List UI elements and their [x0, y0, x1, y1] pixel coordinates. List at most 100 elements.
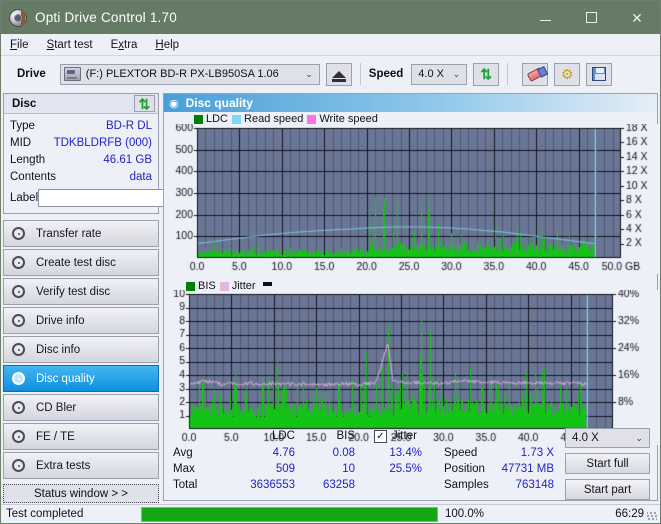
jitter-avg-value: 13.4% [389, 447, 422, 459]
jitter-marker-icon [262, 281, 272, 286]
chevron-down-icon: ⌄ [452, 68, 461, 79]
menu-extra-rest: tra [124, 38, 138, 51]
chevron-down-icon: ⌄ [305, 68, 313, 79]
menu-item-start-test[interactable]: Start test [47, 39, 93, 51]
resize-grip[interactable] [647, 511, 657, 521]
toolbar-divider-1 [359, 63, 361, 85]
drive-icon [63, 67, 81, 81]
refresh-icon: ⇅ [480, 66, 493, 82]
sidebar-item-drive-info[interactable]: Drive info [3, 307, 159, 334]
status-text: Test completed [6, 508, 84, 520]
start-part-button[interactable]: Start part [565, 479, 650, 500]
erase-button[interactable] [522, 62, 549, 86]
disc-row-value: TDKBLDRFB (000) [53, 136, 152, 149]
samples-stat-value: 763148 [515, 479, 554, 491]
menu-item-file[interactable]: File [10, 39, 29, 51]
toolbar-divider-2 [507, 63, 509, 85]
maximize-button[interactable] [568, 1, 614, 34]
chart1-legend: LDC Read speed Write speed [194, 113, 378, 125]
disc-refresh-button[interactable]: ⇅ [134, 95, 155, 112]
disc-row-key: Contents [10, 170, 57, 183]
sidebar-item-extra-tests[interactable]: Extra tests [3, 452, 159, 479]
disc-row-value: data [129, 170, 152, 183]
sidebar-item-disc-info[interactable]: Disc info [3, 336, 159, 363]
disc-row-length: Length 46.61 GB [10, 151, 152, 168]
sidebar-item-cd-bler[interactable]: CD Bler [3, 394, 159, 421]
menu-bar: File Start test Extra Help [1, 34, 660, 56]
sidebar-item-fe-te[interactable]: FE / TE [3, 423, 159, 450]
menu-file-rest: ile [17, 38, 29, 51]
disc-row-key: Type [10, 119, 35, 132]
refresh-button[interactable]: ⇅ [473, 62, 500, 86]
stats-max-bis: 10 [342, 463, 355, 475]
disc-row-value: BD-R DL [105, 119, 152, 132]
sidebar-item-label: Disc info [36, 343, 81, 356]
legend-label: LDC [206, 113, 229, 125]
speed-select[interactable]: 4.0 X ⌄ [411, 63, 468, 85]
menu-start-rest: tart test [54, 38, 93, 51]
legend-item-ldc: LDC [194, 113, 228, 125]
menu-item-extra[interactable]: Extra [111, 39, 138, 51]
eject-button[interactable] [325, 62, 352, 86]
drive-select[interactable]: (F:) PLEXTOR BD-R PX-LB950SA 1.06 ⌄ [59, 63, 320, 85]
legend-swatch [186, 281, 195, 291]
panel-header: ◉ Disc quality [164, 94, 657, 112]
start-full-button[interactable]: Start full [565, 453, 650, 474]
legend-item-write-speed: Write speed [307, 113, 378, 125]
minimize-button[interactable] [522, 1, 568, 34]
sidebar-item-label: Transfer rate [36, 227, 102, 240]
stats-avg-bis: 0.08 [332, 447, 355, 459]
legend-swatch [194, 114, 203, 124]
settings-button[interactable]: ⚙ [554, 62, 581, 86]
position-stat-label: Position [444, 463, 485, 475]
menu-item-help[interactable]: Help [155, 39, 179, 51]
disc-icon [10, 313, 27, 328]
sidebar-item-label: Create test disc [36, 256, 116, 269]
progress-percent: 100.0% [445, 508, 485, 520]
sidebar-item-transfer-rate[interactable]: Transfer rate [3, 220, 159, 247]
refresh-icon: ⇅ [138, 95, 151, 112]
drive-label: Drive [17, 68, 46, 80]
sidebar-item-verify-test-disc[interactable]: Verify test disc [3, 278, 159, 305]
drive-select-value: (F:) PLEXTOR BD-R PX-LB950SA 1.06 [85, 68, 279, 80]
legend-label: Read speed [244, 113, 304, 125]
application-window: Opti Drive Control 1.70 ✕ File Start tes… [0, 0, 661, 524]
save-button[interactable] [586, 62, 613, 86]
legend-item-bis: BIS [186, 280, 216, 292]
disc-row-value: 46.61 GB [103, 153, 152, 166]
disc-panel: Disc ⇅ Type BD-R DL MID TDKBLDRFB (000) … [3, 93, 241, 214]
stats-avg-ldc: 4.76 [272, 447, 295, 459]
disc-info-rows: Type BD-R DL MID TDKBLDRFB (000) Length … [4, 114, 241, 213]
chart2-legend: BIS Jitter [186, 280, 272, 292]
eraser-icon [526, 66, 545, 82]
chevron-down-icon: ⌄ [635, 432, 643, 443]
test-speed-select[interactable]: 4.0 X ⌄ [565, 428, 650, 448]
elapsed-time: 66:29 [615, 508, 644, 520]
sidebar-item-label: Verify test disc [36, 285, 111, 298]
sidebar-item-disc-quality[interactable]: Disc quality [3, 365, 159, 392]
stats-col-bis: BIS [336, 430, 355, 442]
sidebar-item-label: Disc quality [36, 372, 95, 385]
sidebar-item-label: Drive info [36, 314, 85, 327]
close-button[interactable]: ✕ [614, 1, 660, 34]
jitter-label: Jitter [392, 430, 417, 442]
speed-stat-label: Speed [444, 447, 478, 459]
disc-row-key: MID [10, 136, 32, 149]
disc-panel-header: Disc ⇅ [4, 94, 158, 114]
stats-row-max-label: Max [173, 463, 195, 475]
app-disc-icon [9, 8, 27, 27]
floppy-disk-icon [592, 67, 607, 81]
jitter-checkbox[interactable]: ✓ [374, 430, 387, 443]
sidebar: Disc ⇅ Type BD-R DL MID TDKBLDRFB (000) … [3, 93, 241, 501]
ldc-read-speed-chart [164, 124, 659, 274]
drive-toolbar: Drive (F:) PLEXTOR BD-R PX-LB950SA 1.06 … [1, 57, 660, 91]
close-icon: ✕ [631, 9, 643, 26]
stats-total-ldc: 3636553 [250, 479, 295, 491]
sidebar-item-label: Extra tests [36, 459, 91, 472]
speed-label: Speed [368, 68, 404, 80]
sidebar-item-create-test-disc[interactable]: Create test disc [3, 249, 159, 276]
stats-row-avg-label: Avg [173, 447, 193, 459]
status-window-button[interactable]: Status window > > [3, 484, 159, 503]
disc-row-type: Type BD-R DL [10, 117, 152, 134]
disc-row-mid: MID TDKBLDRFB (000) [10, 134, 152, 151]
